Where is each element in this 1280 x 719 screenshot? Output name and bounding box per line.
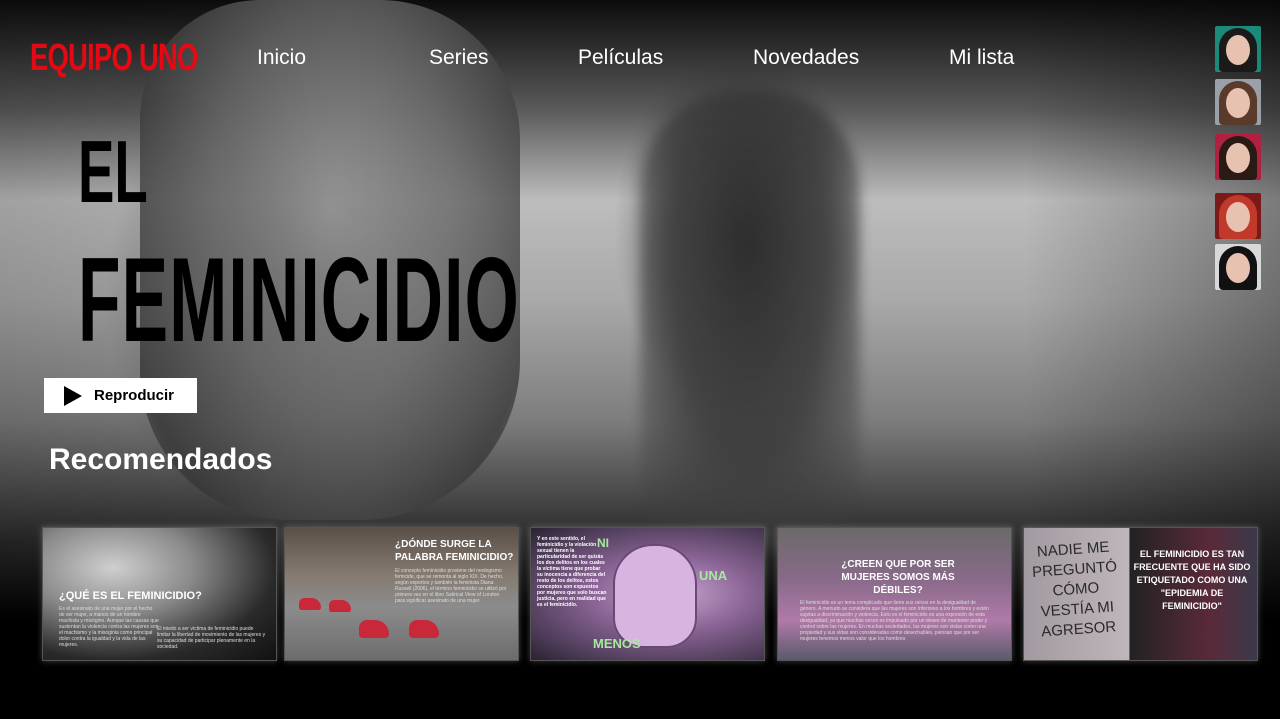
brand-logo[interactable]: EQUIPO UNO: [30, 36, 198, 80]
red-shoe-image: [329, 600, 351, 612]
profile-avatar-2[interactable]: [1215, 79, 1261, 125]
nav-item-series[interactable]: Series: [429, 45, 489, 71]
woman-illustration: [613, 544, 697, 648]
protest-sign-text: NADIE ME PREGUNTÓ CÓMO VESTÍA MI AGRESOR: [1031, 538, 1118, 641]
profile-avatar-5[interactable]: [1215, 244, 1261, 290]
card-art-text: MENOS: [593, 636, 641, 651]
avatar-face: [1226, 88, 1250, 118]
section-title-recomendados: Recomendados: [49, 443, 273, 476]
card-title: EL FEMINICIDIO ES TAN FRECUENTE QUE HA S…: [1133, 549, 1251, 611]
avatar-face: [1226, 143, 1250, 173]
card-text: El concepto feminicidio proviene del neo…: [395, 568, 507, 604]
card-text: Es el asesinato de una mujer por el hech…: [59, 606, 159, 648]
profile-avatar-3[interactable]: [1215, 134, 1261, 180]
card-text: El feminicidio es un tema complicado que…: [800, 600, 989, 642]
recommended-card-5[interactable]: NADIE ME PREGUNTÓ CÓMO VESTÍA MI AGRESOR…: [1023, 527, 1258, 661]
play-button-label: Reproducir: [94, 387, 175, 404]
red-shoe-image: [409, 620, 439, 638]
nav-item-peliculas[interactable]: Películas: [578, 45, 663, 71]
card-title: ¿QUÉ ES EL FEMINICIDIO?: [59, 590, 202, 602]
card-title: ¿DÓNDE SURGE LA PALABRA FEMINICIDIO?: [395, 539, 514, 563]
recommended-card-3[interactable]: Y en este sentido, el feminicidio y la v…: [530, 527, 765, 661]
hero-figure-image: [640, 90, 860, 550]
card-art-text: UNA: [699, 568, 728, 583]
recommended-card-2[interactable]: ¿DÓNDE SURGE LA PALABRA FEMINICIDIO? El …: [284, 527, 519, 661]
recommended-card-1[interactable]: ¿QUÉ ES EL FEMINICIDIO? Es el asesinato …: [42, 527, 277, 661]
avatar-face: [1226, 253, 1250, 283]
red-shoe-image: [299, 598, 321, 610]
card-title: ¿CREEN QUE POR SER MUJERES SOMOS MÁS DÉB…: [841, 559, 955, 596]
card-art-text: NI: [597, 536, 609, 550]
avatar-face: [1226, 202, 1250, 232]
nav-item-inicio[interactable]: Inicio: [257, 45, 306, 71]
red-shoe-image: [359, 620, 389, 638]
card-text: El miedo a ser víctima de feminicidio pu…: [157, 626, 266, 650]
play-button[interactable]: Reproducir: [44, 378, 197, 413]
play-icon: [64, 385, 82, 406]
nav-item-novedades[interactable]: Novedades: [753, 45, 859, 71]
avatar-face: [1226, 35, 1250, 65]
nav-item-mi-lista[interactable]: Mi lista: [949, 45, 1014, 71]
profile-avatar-4[interactable]: [1215, 193, 1261, 239]
hero-title-line1: EL: [78, 122, 148, 221]
hero-title-line2: FEMINICIDIO: [78, 233, 520, 367]
profile-avatar-1[interactable]: [1215, 26, 1261, 72]
recommended-card-4[interactable]: ¿CREEN QUE POR SER MUJERES SOMOS MÁS DÉB…: [777, 527, 1012, 661]
